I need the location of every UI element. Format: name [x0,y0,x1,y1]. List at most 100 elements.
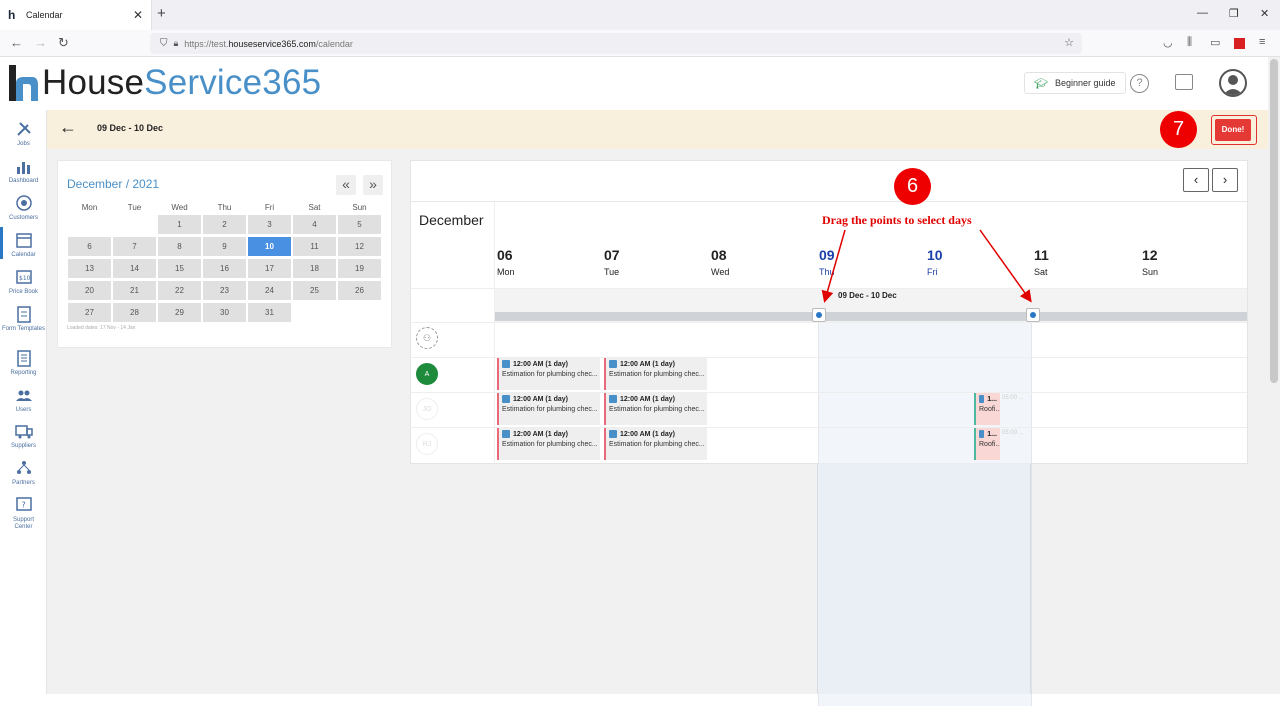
mini-day-cell[interactable]: 27 [67,302,112,323]
mini-day-cell[interactable]: 10 [247,236,292,257]
job-icon [979,395,985,403]
sidebar-item-partners[interactable]: Partners [0,459,47,487]
mini-empty-cell [67,214,112,235]
day-header[interactable]: 10 Fri [927,247,1034,277]
avatar[interactable]: A [416,363,438,385]
menu-icon[interactable]: ≡ [1259,36,1265,48]
forward-icon[interactable]: → [34,35,47,50]
mini-day-cell[interactable]: 5 [337,214,382,235]
mini-day-cell[interactable]: 29 [157,302,202,323]
help-icon[interactable]: ? [1130,74,1149,93]
mini-next-button[interactable]: » [363,175,383,195]
sidebar-item-price-book[interactable]: $10 Price Book [0,268,47,296]
target-icon [15,194,33,212]
mini-day-cell[interactable]: 16 [202,258,247,279]
new-tab-icon[interactable]: + [157,5,166,22]
mini-day-cell[interactable]: 26 [337,280,382,301]
event-card[interactable]: 1... Roofi... [974,393,1000,425]
done-button[interactable]: Done! [1215,119,1251,141]
sidebar-item-form-templates[interactable]: Form Templates [0,305,47,333]
day-header[interactable]: 06 Mon [497,247,604,277]
event-card[interactable]: 12:00 AM (1 day) Estimation for plumbing … [497,393,600,425]
sidebar-toggle-icon[interactable]: ▭ [1210,36,1220,49]
mini-prev-button[interactable]: « [336,175,356,195]
annotation-hint: Drag the points to select days [822,213,972,227]
mini-day-cell[interactable]: 28 [112,302,157,323]
mini-day-cell[interactable]: 15 [157,258,202,279]
mini-day-cell[interactable]: 12 [337,236,382,257]
browser-navbar: ← → ↻ ⛉ 🔒︎ https://test.houseservice365.… [0,30,1280,57]
event-card[interactable]: 12:00 AM (1 day) Estimation for plumbing … [604,393,707,425]
mini-day-cell[interactable]: 18 [292,258,337,279]
mini-day-cell[interactable]: 17 [247,258,292,279]
back-icon[interactable]: ← [10,35,23,50]
sidebar-item-reporting[interactable]: Reporting [0,349,47,377]
mini-day-cell[interactable]: 20 [67,280,112,301]
mini-day-cell[interactable]: 7 [112,236,157,257]
range-end-handle[interactable] [1026,308,1040,322]
day-header[interactable]: 11 Sat [1034,247,1141,277]
mini-day-cell[interactable]: 23 [202,280,247,301]
logo[interactable]: HouseService365 [8,63,321,103]
mini-day-cell[interactable]: 3 [247,214,292,235]
mini-day-cell[interactable]: 6 [67,236,112,257]
unassigned-user-icon[interactable]: ⚇ [416,327,438,349]
mini-day-cell[interactable]: 4 [292,214,337,235]
mini-day-cell[interactable]: 25 [292,280,337,301]
mini-day-cell[interactable]: 30 [202,302,247,323]
mini-day-cell[interactable]: 9 [202,236,247,257]
url-text: https://test.houseservice365.com/calenda… [184,38,353,49]
sidebar-item-calendar[interactable]: Calendar [0,227,47,259]
sidebar-item-customers[interactable]: Customers [0,194,47,222]
close-window-icon[interactable]: ✕ [1260,7,1269,20]
mini-day-cell[interactable]: 24 [247,280,292,301]
mini-day-cell[interactable]: 1 [157,214,202,235]
range-start-handle[interactable] [812,308,826,322]
day-header[interactable]: 09 Thu [819,247,926,277]
sidebar: Jobs Dashboard Customers Calendar $10 Pr… [0,110,47,694]
pocket-icon[interactable]: ◡ [1163,36,1173,49]
mini-day-cell[interactable]: 13 [67,258,112,279]
event-card[interactable]: 12:00 AM (1 day) Estimation for plumbing … [497,358,600,390]
sidebar-item-jobs[interactable]: Jobs [0,120,47,148]
day-header[interactable]: 12 Sun [1142,247,1249,277]
sidebar-item-suppliers[interactable]: Suppliers [0,422,47,450]
sidebar-item-users[interactable]: Users [0,386,47,414]
bookmark-star-icon[interactable]: ☆ [1064,36,1074,49]
folder-icon[interactable] [1175,74,1193,90]
event-card[interactable]: 12:00 AM (1 day) Estimation for plumbing … [604,358,707,390]
url-bar[interactable]: ⛉ 🔒︎ https://test.houseservice365.com/ca… [150,33,1082,54]
day-header[interactable]: 08 Wed [711,247,818,277]
event-card[interactable]: 12:00 AM (1 day) Estimation for plumbing … [604,428,707,460]
mini-day-cell[interactable]: 8 [157,236,202,257]
event-card[interactable]: 12:00 AM (1 day) Estimation for plumbing … [497,428,600,460]
mini-day-cell[interactable]: 19 [337,258,382,279]
library-icon[interactable]: ⫼ [1187,36,1192,49]
week-prev-button[interactable]: ‹ [1183,168,1209,192]
event-card[interactable]: 1... Roofi... [974,428,1000,460]
browser-tab[interactable]: h Calendar ✕ [0,0,152,30]
page-scrollbar[interactable] [1268,57,1280,694]
minimize-icon[interactable]: — [1197,7,1208,19]
avatar[interactable]: RJ [416,433,438,455]
mini-day-cell[interactable]: 22 [157,280,202,301]
mini-day-cell[interactable]: 11 [292,236,337,257]
scroll-thumb[interactable] [1270,59,1278,383]
restore-icon[interactable]: ❐ [1229,7,1239,20]
close-tab-icon[interactable]: ✕ [133,8,143,22]
back-arrow-icon[interactable]: ← [59,117,77,138]
mini-day-cell[interactable]: 14 [112,258,157,279]
sidebar-item-dashboard[interactable]: Dashboard [0,157,47,185]
mini-dow: Thu [217,203,232,212]
beginner-guide-button[interactable]: 🎓︎ Beginner guide [1024,72,1126,94]
user-avatar-icon[interactable] [1219,69,1247,97]
reload-icon[interactable]: ↻ [58,35,69,51]
mini-day-cell[interactable]: 31 [247,302,292,323]
extension-icon[interactable] [1234,38,1245,49]
mini-day-cell[interactable]: 21 [112,280,157,301]
week-next-button[interactable]: › [1212,168,1238,192]
mini-day-cell[interactable]: 2 [202,214,247,235]
sidebar-item-support-center[interactable]: ? Support Center [0,496,47,531]
day-header[interactable]: 07 Tue [604,247,711,277]
avatar[interactable]: JO [416,398,438,420]
